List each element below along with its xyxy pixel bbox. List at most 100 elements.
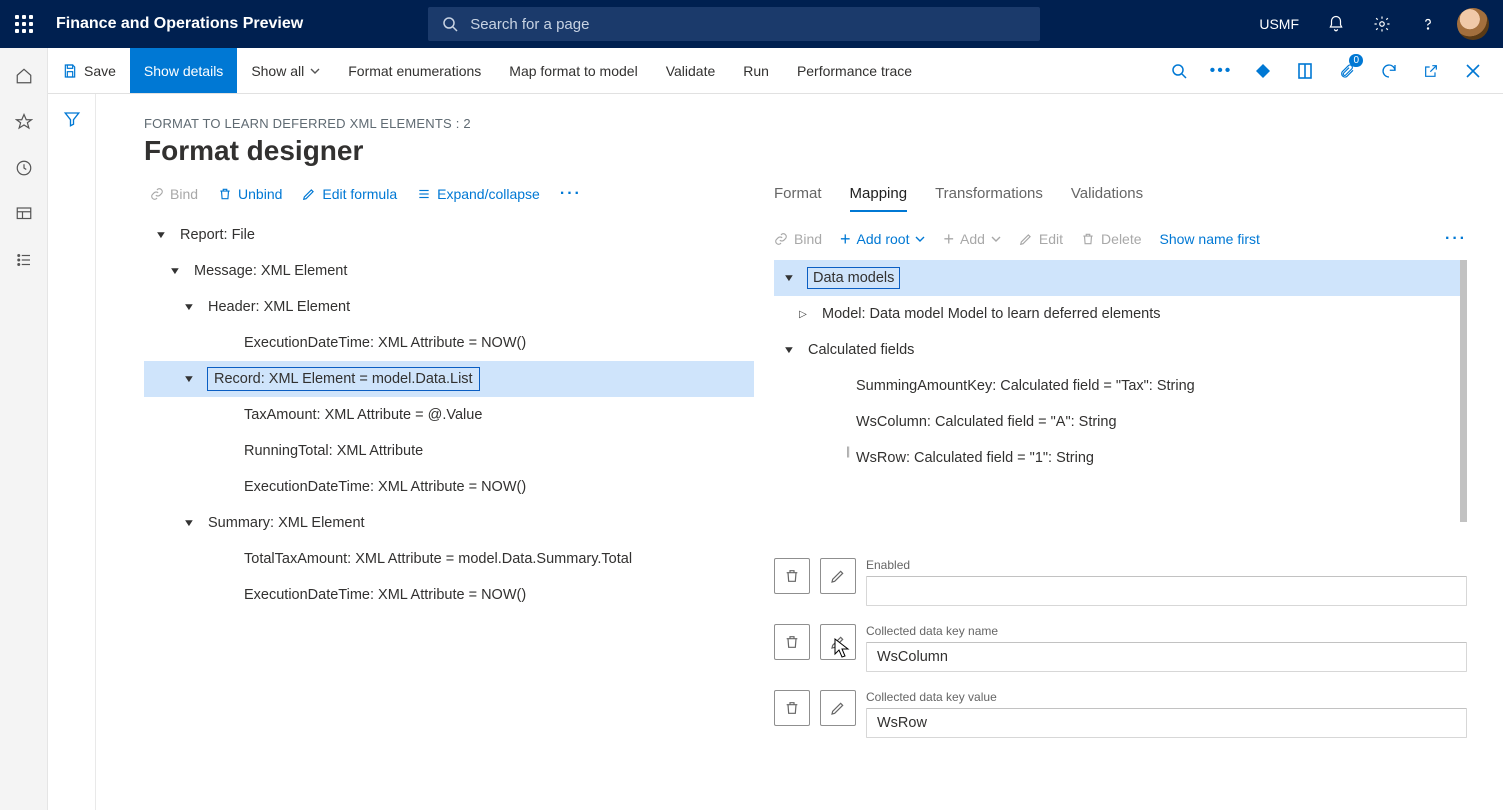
global-search[interactable] (428, 7, 1040, 41)
company-selector[interactable]: USMF (1245, 16, 1313, 32)
expand-collapse-button[interactable]: Expand/collapse (417, 186, 540, 202)
prop-keyname-value[interactable]: WsColumn (866, 642, 1467, 672)
help-button[interactable] (1405, 0, 1451, 48)
edit-formula-button[interactable]: Edit formula (302, 186, 397, 202)
show-name-first-button[interactable]: Show name first (1160, 231, 1260, 247)
tree-twisty[interactable]: ▼ (180, 518, 198, 529)
trash-icon (784, 634, 800, 650)
tab-mapping[interactable]: Mapping (850, 185, 908, 212)
home-button[interactable] (0, 56, 48, 96)
user-avatar[interactable] (1457, 8, 1489, 40)
find-button[interactable] (1159, 48, 1199, 94)
add-root-button[interactable]: + Add root (840, 231, 925, 247)
validate-button[interactable]: Validate (652, 48, 730, 93)
tree-row[interactable]: ExecutionDateTime: XML Attribute = NOW() (144, 325, 754, 361)
refresh-button[interactable] (1369, 48, 1409, 94)
global-search-input[interactable] (470, 16, 1026, 33)
unbind-label: Unbind (238, 186, 282, 202)
mapping-toolbar-more[interactable]: ··· (1445, 230, 1467, 248)
tree-row[interactable]: ▼Message: XML Element (144, 253, 754, 289)
prop-enabled-value[interactable] (866, 576, 1467, 606)
tab-transformations[interactable]: Transformations (935, 185, 1043, 212)
tree-label: Report: File (180, 227, 255, 243)
tree-twisty[interactable]: ▼ (780, 273, 798, 284)
prop-enabled-delete-button[interactable] (774, 558, 810, 594)
prop-keyvalue-value[interactable]: WsRow (866, 708, 1467, 738)
tree-twisty[interactable]: ▼ (166, 266, 184, 277)
trash-icon (1081, 232, 1095, 246)
bind-button[interactable]: Bind (150, 186, 198, 202)
power-app-button[interactable] (1243, 48, 1283, 94)
tree-label: Header: XML Element (208, 299, 350, 315)
app-launcher-button[interactable] (0, 15, 48, 33)
close-button[interactable] (1453, 48, 1493, 94)
attachments-button[interactable]: 0 (1327, 48, 1367, 94)
notifications-button[interactable] (1313, 0, 1359, 48)
show-all-button[interactable]: Show all (237, 48, 334, 93)
prop-keyvalue-edit-button[interactable] (820, 690, 856, 726)
prop-keyname-edit-button[interactable] (820, 624, 856, 660)
tree-label: TaxAmount: XML Attribute = @.Value (244, 407, 482, 423)
prop-keyvalue-delete-button[interactable] (774, 690, 810, 726)
tree-twisty[interactable]: ▼ (152, 230, 170, 241)
save-button[interactable]: Save (48, 48, 130, 93)
tree-label: SummingAmountKey: Calculated field = "Ta… (856, 378, 1195, 394)
office-button[interactable] (1285, 48, 1325, 94)
prop-enabled-edit-button[interactable] (820, 558, 856, 594)
tree-row[interactable]: WsColumn: Calculated field = "A": String (774, 404, 1460, 440)
tab-format[interactable]: Format (774, 185, 822, 212)
recent-button[interactable] (0, 148, 48, 188)
tree-row[interactable]: TaxAmount: XML Attribute = @.Value (144, 397, 754, 433)
settings-button[interactable] (1359, 0, 1405, 48)
tree-row[interactable]: ▼Record: XML Element = model.Data.List (144, 361, 754, 397)
favorites-button[interactable] (0, 102, 48, 142)
run-button[interactable]: Run (729, 48, 783, 93)
tree-row[interactable]: SummingAmountKey: Calculated field = "Ta… (774, 368, 1460, 404)
tree-row[interactable]: ▼ Report: File (144, 217, 754, 253)
tree-twisty[interactable]: ▼ (180, 302, 198, 313)
workspaces-button[interactable] (0, 194, 48, 234)
expand-collapse-label: Expand/collapse (437, 186, 540, 202)
add-label: Add (960, 231, 985, 247)
format-pane: Bind Unbind Edit formula Expand/collapse… (144, 185, 754, 799)
tree-row[interactable]: WsRow: Calculated field = "1": String (774, 440, 1460, 476)
add-button[interactable]: + Add (943, 231, 1000, 247)
tree-twisty[interactable]: ▼ (780, 345, 798, 356)
link-icon (774, 232, 788, 246)
tree-row[interactable]: TotalTaxAmount: XML Attribute = model.Da… (144, 541, 754, 577)
tree-label: ExecutionDateTime: XML Attribute = NOW() (244, 479, 526, 495)
mapping-edit-button[interactable]: Edit (1019, 231, 1063, 247)
filter-button[interactable] (63, 110, 81, 810)
popout-button[interactable] (1411, 48, 1451, 94)
bind-label: Bind (170, 186, 198, 202)
tree-row[interactable]: ExecutionDateTime: XML Attribute = NOW() (144, 469, 754, 505)
help-icon (1419, 15, 1437, 33)
map-format-to-model-button[interactable]: Map format to model (495, 48, 651, 93)
tree-row[interactable]: ▼Summary: XML Element (144, 505, 754, 541)
tree-row[interactable]: ▷Model: Data model Model to learn deferr… (774, 296, 1460, 332)
prop-keyname-delete-button[interactable] (774, 624, 810, 660)
tree-row[interactable]: ▼Data models (774, 260, 1460, 296)
tree-twisty[interactable]: ▼ (180, 374, 198, 385)
tab-validations[interactable]: Validations (1071, 185, 1143, 212)
more-actions-button[interactable]: ••• (1201, 48, 1241, 94)
show-all-label: Show all (251, 63, 304, 79)
tree-twisty[interactable]: ▷ (794, 309, 812, 320)
mapping-bind-button[interactable]: Bind (774, 231, 822, 247)
format-toolbar-more[interactable]: ··· (560, 185, 582, 203)
tree-row[interactable]: RunningTotal: XML Attribute (144, 433, 754, 469)
tree-row[interactable]: ExecutionDateTime: XML Attribute = NOW() (144, 577, 754, 613)
list-tree-icon (417, 187, 431, 201)
performance-trace-button[interactable]: Performance trace (783, 48, 926, 93)
mapping-delete-button[interactable]: Delete (1081, 231, 1141, 247)
tree-row[interactable]: ▼ Header: XML Element (144, 289, 754, 325)
show-details-button[interactable]: Show details (130, 48, 237, 93)
modules-button[interactable] (0, 240, 48, 280)
main-content: FORMAT TO LEARN DEFERRED XML ELEMENTS : … (96, 94, 1503, 810)
mapping-tree-container[interactable]: ▼Data models▷Model: Data model Model to … (774, 260, 1467, 522)
tree-row[interactable]: ▼Calculated fields (774, 332, 1460, 368)
format-tree[interactable]: ▼Report: File▼Message: XML Element▼Heade… (144, 217, 754, 613)
mapping-tree[interactable]: ▼Data models▷Model: Data model Model to … (774, 260, 1460, 476)
unbind-button[interactable]: Unbind (218, 186, 282, 202)
format-enumerations-button[interactable]: Format enumerations (334, 48, 495, 93)
